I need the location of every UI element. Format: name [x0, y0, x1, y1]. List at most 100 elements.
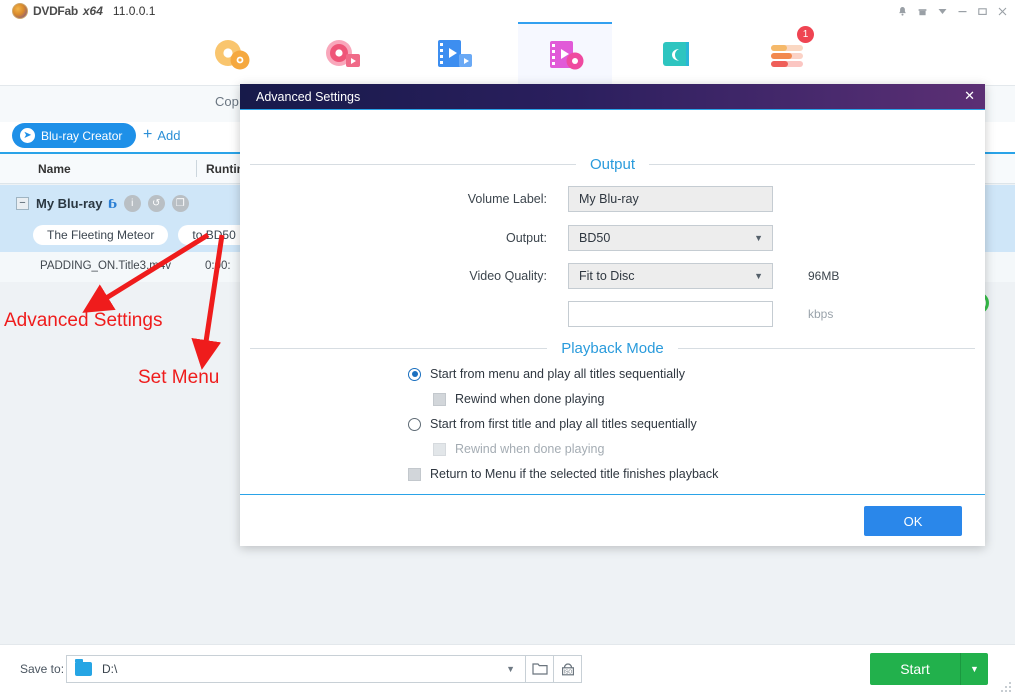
checkbox-icon — [433, 442, 446, 456]
app-logo-icon — [12, 3, 28, 19]
radio-start-from-menu[interactable]: Start from menu and play all titles sequ… — [408, 367, 685, 381]
app-brand: DVDFab x64 11.0.0.1 — [12, 3, 155, 19]
resize-grip[interactable] — [1001, 680, 1013, 692]
window-controls — [893, 0, 1011, 22]
app-titlebar: DVDFab x64 11.0.0.1 — [0, 0, 1015, 22]
checkbox-rewind-menu-label: Rewind when done playing — [455, 392, 605, 406]
utilities-module-icon — [653, 32, 699, 76]
mode-label: Blu-ray Creator — [41, 128, 123, 143]
sub-row-name: PADDING_ON.Title3.m4v — [40, 260, 171, 272]
task-queue-badge: 1 — [797, 25, 814, 43]
radio-start-from-first-title-label: Start from first title and play all titl… — [430, 417, 697, 431]
add-button[interactable]: + Add — [143, 127, 180, 143]
checkbox-return-to-menu-label: Return to Menu if the selected title fin… — [430, 467, 719, 481]
bitrate-unit-label: kbps — [808, 307, 834, 321]
toolbar-item-task-queue[interactable]: 1 — [740, 22, 834, 85]
section-rule-right — [649, 163, 975, 165]
info-icon[interactable]: i — [123, 195, 141, 212]
section-rule-left — [250, 163, 576, 165]
toolbar-item-creator[interactable] — [518, 22, 612, 85]
label-video-quality: Video Quality: — [469, 269, 547, 283]
bottom-bar: Save to: D:\ ▼ ISO — [0, 644, 1015, 694]
app-version: 11.0.0.1 — [112, 4, 156, 18]
ok-button[interactable]: OK — [864, 506, 962, 536]
browse-folder-button[interactable] — [526, 655, 554, 683]
column-header-runtime: Runtin — [206, 162, 244, 176]
video-quality-select[interactable]: Fit to Disc ▼ — [568, 263, 773, 289]
column-divider — [196, 160, 197, 177]
mode-selector-blu-ray-creator[interactable]: ➤ Blu-ray Creator — [12, 123, 137, 148]
gift-icon[interactable] — [913, 2, 931, 20]
annotation-set-menu: Set Menu — [138, 367, 220, 388]
chevron-down-icon: ▼ — [754, 233, 763, 243]
start-dropdown-button[interactable]: ▼ — [960, 653, 988, 685]
checkbox-icon — [433, 392, 446, 406]
section-rule-left — [250, 347, 548, 349]
radio-icon — [408, 367, 421, 381]
checkbox-rewind-menu[interactable]: Rewind when done playing — [433, 392, 604, 406]
video-converter-module-icon — [431, 32, 477, 76]
radio-icon — [408, 417, 421, 431]
bitrate-input[interactable] — [568, 301, 773, 327]
chevron-down-icon[interactable]: ▼ — [506, 664, 515, 674]
output-select[interactable]: BD50 ▼ — [568, 225, 773, 251]
minimize-icon[interactable] — [953, 2, 971, 20]
close-icon[interactable] — [993, 2, 1011, 20]
checkbox-icon — [408, 467, 421, 481]
toolbar-item-utilities[interactable] — [629, 22, 723, 85]
checkbox-rewind-first-title: Rewind when done playing — [433, 442, 604, 456]
checkbox-return-to-menu[interactable]: Return to Menu if the selected title fin… — [408, 467, 718, 481]
save-to-label: Save to: — [20, 662, 65, 676]
toolbar-item-copy[interactable] — [185, 22, 279, 85]
folder-icon — [75, 659, 92, 676]
output-value: BD50 — [579, 231, 611, 245]
output-size-note: 96MB — [808, 269, 840, 283]
mode-arrow-icon: ➤ — [20, 128, 35, 143]
video-quality-value: Fit to Disc — [579, 269, 635, 283]
plus-icon: + — [143, 126, 153, 143]
volume-label-input[interactable]: My Blu-ray — [568, 186, 773, 212]
section-label-output: Output — [589, 155, 636, 173]
dialog-body: Output Volume Label: My Blu-ray Output: … — [240, 110, 985, 520]
toolbar-item-ripper[interactable] — [296, 22, 390, 85]
save-path-input[interactable]: D:\ ▼ — [66, 655, 526, 683]
bell-icon[interactable] — [893, 2, 911, 20]
brand-name: DVDFab — [33, 4, 78, 18]
group-row-name: My Blu-ray — [36, 196, 103, 211]
dialog-title-bar: Advanced Settings ✕ — [240, 84, 985, 110]
chip-title[interactable]: The Fleeting Meteor — [33, 225, 169, 245]
chevron-down-icon: ▼ — [754, 271, 763, 281]
dialog-close-icon[interactable]: ✕ — [964, 89, 975, 102]
save-path-value: D:\ — [102, 662, 118, 676]
dialog-footer: OK — [240, 495, 985, 546]
annotation-advanced-settings: Advanced Settings — [4, 310, 163, 331]
tab-copy[interactable]: Cop — [215, 94, 239, 109]
add-label: Add — [157, 127, 181, 143]
collapse-icon[interactable]: − — [16, 197, 29, 210]
section-label-playback-mode: Playback Mode — [561, 339, 664, 357]
bluray-logo-icon: ɓ — [108, 195, 118, 211]
dialog-title: Advanced Settings — [256, 90, 361, 104]
advanced-settings-dialog: Advanced Settings ✕ Output Volume Label:… — [240, 84, 985, 546]
refresh-icon[interactable]: ↺ — [147, 195, 165, 212]
group-row-title: − My Blu-ray ɓ i ↺ ❐ — [16, 195, 189, 212]
brand-arch: x64 — [82, 4, 103, 18]
section-rule-right — [677, 347, 975, 349]
label-output: Output: — [506, 231, 547, 245]
radio-start-from-first-title[interactable]: Start from first title and play all titl… — [408, 417, 697, 431]
copy-module-icon — [209, 32, 255, 76]
task-queue-module-icon: 1 — [764, 25, 814, 76]
svg-text:ISO: ISO — [563, 669, 572, 675]
creator-module-icon — [542, 33, 588, 77]
section-header-output: Output — [250, 155, 975, 173]
toolbar-item-video-converter[interactable] — [407, 22, 501, 85]
save-as-iso-button[interactable]: ISO — [554, 655, 582, 683]
column-header-name: Name — [38, 162, 71, 176]
start-button[interactable]: Start — [870, 653, 960, 685]
sub-row-runtime: 0:00: — [205, 260, 231, 272]
radio-start-from-menu-label: Start from menu and play all titles sequ… — [430, 367, 685, 381]
group-row-chips: The Fleeting Meteor to BD50 — [33, 225, 250, 245]
menu-settings-icon[interactable]: ❐ — [171, 195, 189, 212]
maximize-icon[interactable] — [973, 2, 991, 20]
chevron-down-icon[interactable] — [933, 2, 951, 20]
